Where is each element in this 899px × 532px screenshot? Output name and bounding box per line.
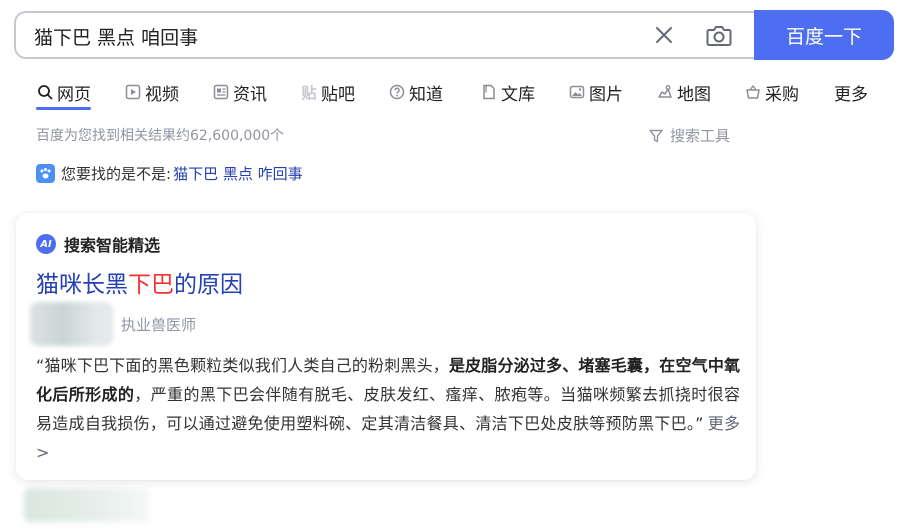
tab-label: 视频 [145, 84, 179, 105]
card-title-part: 猫咪长黑 [36, 272, 128, 298]
map-icon [656, 83, 674, 101]
tab-label: 文库 [501, 84, 535, 105]
search-icon [36, 83, 54, 101]
tab-label: 资讯 [233, 84, 267, 105]
tab-video[interactable]: 视频 [124, 76, 179, 108]
card-body-text: “猫咪下巴下面的黑色颗粒类似我们人类自己的粉刺黑头，是皮脂分泌过多、堵塞毛囊，在… [36, 351, 740, 467]
image-icon [568, 83, 586, 101]
card-title-part: 的原因 [174, 272, 243, 298]
tieba-icon: 贴 [301, 83, 317, 102]
tab-label: 地图 [677, 84, 711, 105]
tab-label: 图片 [589, 84, 623, 105]
tab-label: 采购 [765, 84, 799, 105]
result-count: 百度为您找到相关结果约62,600,000个 [36, 128, 285, 144]
paw-icon [36, 164, 55, 183]
tab-images[interactable]: 图片 [568, 76, 623, 108]
suggestion-link[interactable]: 猫下巴 黑点 咋回事 [173, 163, 303, 184]
tab-tieba[interactable]: 贴 贴吧 [300, 76, 355, 108]
question-icon [388, 83, 406, 101]
tab-label: 知道 [409, 84, 443, 105]
tab-news[interactable]: 资讯 [212, 76, 267, 108]
news-icon [212, 83, 230, 101]
search-input[interactable] [34, 23, 594, 49]
spelling-suggestion: 您要找的是不是: 猫下巴 黑点 咋回事 [36, 163, 303, 184]
ai-card-header: AI 搜索智能精选 [36, 232, 160, 256]
tab-label: 网页 [57, 84, 91, 105]
ai-icon: AI [36, 234, 56, 254]
search-tools-button[interactable]: 搜索工具 [648, 125, 730, 146]
filter-icon [649, 129, 663, 142]
search-button[interactable]: 百度一下 [754, 10, 894, 60]
tab-procurement[interactable]: 采购 [744, 76, 799, 108]
body-text: “猫咪下巴下面的黑色颗粒类似我们人类自己的粉刺黑头， [36, 356, 449, 375]
card-title-link[interactable]: 猫咪长黑下巴的原因 [36, 265, 243, 299]
author-row: 执业兽医师 [30, 302, 196, 346]
card-title-highlight: 下巴 [128, 272, 174, 298]
search-box [14, 11, 754, 59]
play-icon [124, 83, 142, 101]
tab-label: 更多 [834, 84, 868, 105]
blurred-result-preview [24, 488, 149, 522]
tab-web[interactable]: 网页 [36, 76, 91, 108]
suggestion-prefix: 您要找的是不是: [61, 165, 172, 183]
tab-more[interactable]: 更多 [834, 76, 868, 108]
tab-wenku[interactable]: 文库 [480, 76, 535, 108]
tab-map[interactable]: 地图 [656, 76, 711, 108]
ai-smart-card: AI 搜索智能精选 猫咪长黑下巴的原因 执业兽医师 “猫咪下巴下面的黑色颗粒类似… [16, 213, 756, 480]
author-label: 执业兽医师 [121, 315, 197, 334]
basket-icon [744, 83, 762, 101]
close-icon[interactable] [653, 24, 675, 46]
avatar [30, 302, 113, 346]
camera-icon[interactable] [705, 23, 733, 49]
tab-label: 贴吧 [321, 84, 355, 105]
ai-card-header-label: 搜索智能精选 [64, 236, 161, 255]
active-tab-indicator [36, 107, 91, 110]
body-text: ，严重的黑下巴会伴随有脱毛、皮肤发红、瘙痒、脓疱等。当猫咪频繁去抓挠时很容易造成… [36, 385, 740, 433]
tab-zhidao[interactable]: 知道 [388, 76, 443, 108]
document-icon [480, 83, 498, 101]
search-tools-label: 搜索工具 [670, 127, 731, 145]
